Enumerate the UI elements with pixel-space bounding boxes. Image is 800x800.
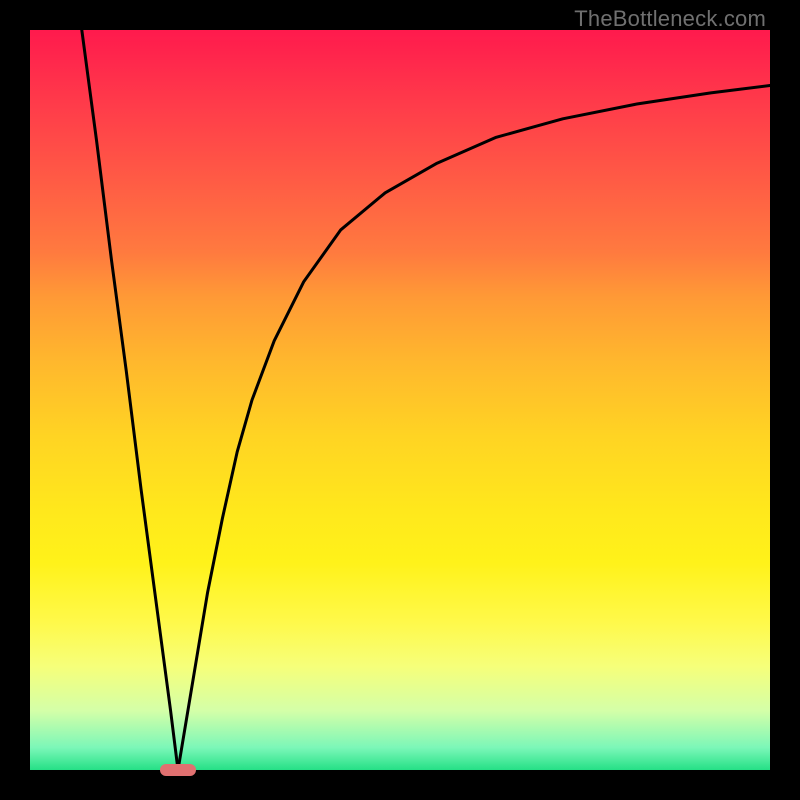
- watermark-text: TheBottleneck.com: [574, 6, 766, 32]
- chart-frame: TheBottleneck.com: [0, 0, 800, 800]
- plot-area: [30, 30, 770, 770]
- bottleneck-curve: [30, 30, 770, 770]
- curve-left-branch: [82, 30, 178, 770]
- curve-right-branch: [178, 86, 770, 771]
- minimum-marker: [160, 764, 196, 776]
